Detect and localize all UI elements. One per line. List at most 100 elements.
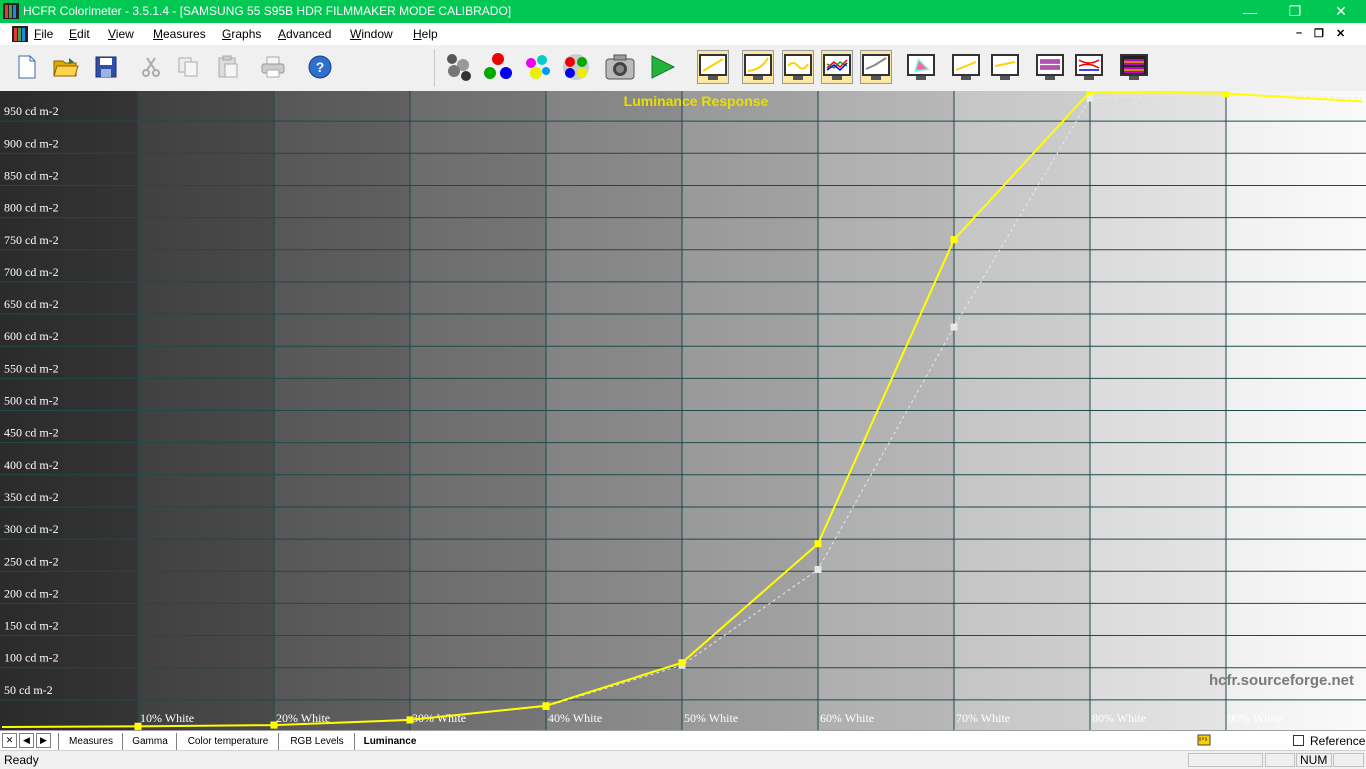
measured-point (134, 722, 142, 730)
graph-view-8-button[interactable] (1034, 50, 1066, 84)
y-tick-label: 600 cd m-2 (4, 329, 59, 343)
y-tick-label: 500 cd m-2 (4, 394, 59, 408)
view-tab-bar: ✕ ◀ ▶ Measures Gamma Color temperature R… (0, 730, 1366, 751)
app-logo-icon (3, 3, 19, 19)
graph-view-1-button[interactable] (697, 50, 729, 84)
gray-balls-icon (447, 54, 471, 81)
measured-point (270, 721, 278, 729)
tab-scroll-left-button[interactable]: ◀ (19, 733, 34, 748)
graph-view-6-button[interactable] (950, 50, 982, 84)
status-pane-4 (1333, 753, 1364, 767)
y-tick-label: 150 cd m-2 (4, 619, 59, 633)
tab-color-temperature[interactable]: Color temperature (176, 733, 279, 750)
mdi-close-button[interactable]: ✕ (1336, 27, 1345, 40)
run-button[interactable] (646, 50, 678, 84)
menu-graphs[interactable]: Graphs (222, 27, 261, 41)
measure-primaries-button[interactable] (482, 50, 514, 84)
status-pane-1 (1188, 753, 1263, 767)
toolbar-separator (434, 49, 435, 87)
monitor-rgb-graph-icon (823, 54, 851, 80)
window-title: HCFR Colorimeter - 3.5.1.4 - [SAMSUNG 55… (23, 4, 512, 18)
menu-view[interactable]: View (108, 27, 134, 41)
rgb-balls-icon (484, 53, 512, 79)
y-tick-label: 800 cd m-2 (4, 201, 59, 215)
menu-help[interactable]: Help (413, 27, 438, 41)
y-tick-label: 50 cd m-2 (4, 683, 53, 697)
x-tick-label: 50% White (684, 711, 738, 725)
cie-diagram-button[interactable] (905, 50, 937, 84)
x-tick-label: 10% White (140, 711, 194, 725)
measured-point (950, 236, 958, 244)
color-wheel-icon (563, 54, 589, 80)
document-icon[interactable] (12, 26, 28, 45)
menu-edit[interactable]: Edit (69, 27, 90, 41)
copy-button[interactable] (172, 50, 204, 84)
save-disk-icon (95, 56, 117, 78)
y-tick-label: 950 cd m-2 (4, 104, 59, 118)
help-icon: ? (308, 55, 332, 79)
y-tick-label: 850 cd m-2 (4, 168, 59, 182)
monitor-cie-icon (907, 54, 935, 80)
new-file-icon (18, 55, 36, 79)
tab-rgb-levels[interactable]: RGB Levels (278, 733, 355, 750)
reference-point (950, 323, 958, 331)
monitor-graph-icon (952, 54, 980, 80)
cmy-balls-icon (526, 55, 550, 79)
save-button[interactable] (90, 50, 122, 84)
close-view-button[interactable]: ✕ (2, 733, 17, 748)
luminance-chart: 50 cd m-2 100 cd m-2 150 cd m-2 200 cd m-2 2… (0, 91, 1366, 730)
mdi-restore-button[interactable]: ❐ (1314, 27, 1324, 40)
restore-button[interactable]: ❐ (1272, 0, 1318, 23)
graph-view-9-button[interactable] (1073, 50, 1105, 84)
copy-icon (178, 57, 198, 77)
graph-view-7-button[interactable] (989, 50, 1021, 84)
reference-checkbox[interactable] (1293, 735, 1304, 746)
graph-view-3-button[interactable] (782, 50, 814, 84)
new-file-button[interactable] (11, 50, 43, 84)
graph-view-5-button[interactable] (860, 50, 892, 84)
open-file-button[interactable] (50, 50, 82, 84)
measured-point (542, 702, 550, 710)
measure-gray-button[interactable] (443, 50, 475, 84)
num-lock-indicator: NUM (1296, 753, 1332, 767)
menu-advanced[interactable]: Advanced (278, 27, 331, 41)
tab-scroll-right-button[interactable]: ▶ (36, 733, 51, 748)
graph-view-10-button[interactable] (1118, 50, 1150, 84)
camera-icon (605, 54, 635, 80)
close-button[interactable]: ✕ (1318, 0, 1364, 23)
measure-secondaries-button[interactable] (521, 50, 553, 84)
menu-measures[interactable]: Measures (153, 27, 206, 41)
y-tick-label: 550 cd m-2 (4, 361, 59, 375)
cut-button[interactable] (135, 50, 167, 84)
graph-view-2-button[interactable] (742, 50, 774, 84)
help-button[interactable]: ? (304, 50, 336, 84)
monitor-graph-icon (699, 54, 727, 80)
paste-button[interactable] (212, 50, 244, 84)
y-tick-label: 450 cd m-2 (4, 426, 59, 440)
graph-view-4-button[interactable] (821, 50, 853, 84)
y-tick-label: 250 cd m-2 (4, 554, 59, 568)
measure-all-button[interactable] (560, 50, 592, 84)
y-tick-label: 200 cd m-2 (4, 586, 59, 600)
tab-luminance[interactable]: Luminance (354, 733, 425, 750)
menu-window[interactable]: Window (350, 27, 393, 41)
status-pane-2 (1265, 753, 1295, 767)
ruler-icon[interactable] (1197, 733, 1211, 750)
y-tick-label: 650 cd m-2 (4, 297, 59, 311)
status-text: Ready (4, 753, 39, 767)
minimize-button[interactable]: — (1227, 0, 1273, 23)
print-button[interactable] (257, 50, 289, 84)
x-tick-label: 70% White (956, 711, 1010, 725)
tab-measures[interactable]: Measures (58, 733, 123, 750)
watermark: hcfr.sourceforge.net (1209, 672, 1354, 689)
menu-file[interactable]: File (34, 27, 53, 41)
paste-icon (218, 55, 238, 78)
mdi-minimize-button[interactable]: – (1296, 27, 1302, 39)
snapshot-button[interactable] (604, 50, 636, 84)
measured-point (1222, 91, 1230, 98)
play-icon (651, 55, 676, 79)
monitor-graph-icon (991, 54, 1019, 80)
cut-icon (142, 57, 160, 77)
x-tick-label: 40% White (548, 711, 602, 725)
tab-gamma[interactable]: Gamma (122, 733, 177, 750)
